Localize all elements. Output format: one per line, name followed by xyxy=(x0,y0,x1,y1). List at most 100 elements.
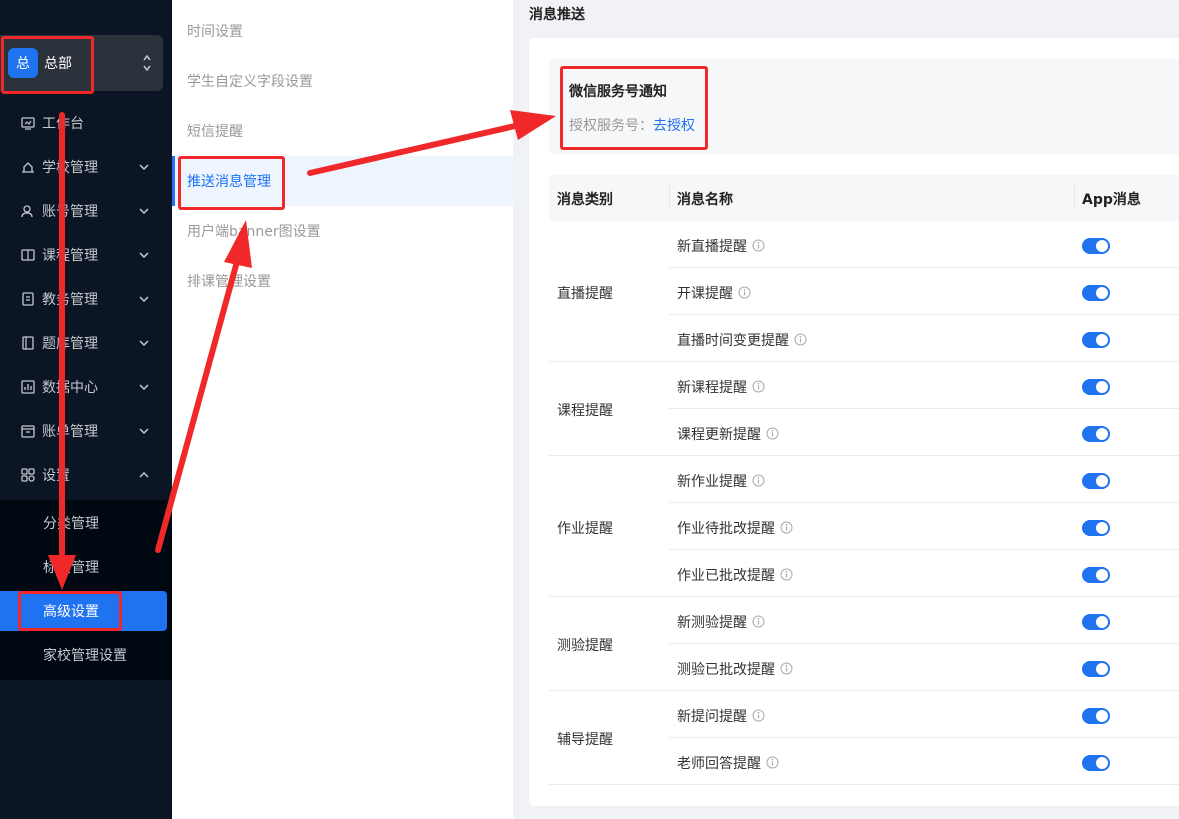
info-icon[interactable] xyxy=(752,615,765,628)
sidebar-item-label: 题库管理 xyxy=(42,336,98,352)
column-header-category: 消息类别 xyxy=(557,192,613,208)
sidebar-subitem-category[interactable]: 分类管理 xyxy=(0,503,172,543)
sidebar-item-course[interactable]: 课程管理 xyxy=(0,233,172,277)
affairs-icon xyxy=(22,292,34,306)
menu-item-time[interactable]: 时间设置 xyxy=(172,6,513,56)
message-name-text: 新课程提醒 xyxy=(677,380,747,396)
app-message-toggle[interactable] xyxy=(1082,473,1110,489)
app-message-toggle[interactable] xyxy=(1082,708,1110,724)
category-label: 辅导提醒 xyxy=(557,732,613,748)
table-row: 课程更新提醒 xyxy=(669,409,1179,456)
message-name: 老师回答提醒 xyxy=(677,753,779,773)
category-label: 测验提醒 xyxy=(557,638,613,654)
message-name-text: 新测验提醒 xyxy=(677,615,747,631)
category-cell: 辅导提醒 xyxy=(549,691,669,785)
menu-item-student-fields[interactable]: 学生自定义字段设置 xyxy=(172,56,513,106)
info-icon[interactable] xyxy=(752,709,765,722)
app-message-toggle[interactable] xyxy=(1082,285,1110,301)
app-message-toggle[interactable] xyxy=(1082,426,1110,442)
sidebar-item-label: 账单管理 xyxy=(42,424,98,440)
chevron-up-icon xyxy=(139,472,149,478)
table-row: 新测验提醒 xyxy=(669,597,1179,644)
table-row: 作业待批改提醒 xyxy=(669,503,1179,550)
message-name: 新作业提醒 xyxy=(677,471,765,491)
table-row: 新直播提醒 xyxy=(669,221,1179,268)
table-row: 新作业提醒 xyxy=(669,456,1179,503)
sidebar-item-school[interactable]: 学校管理 xyxy=(0,145,172,189)
column-header-name: 消息名称 xyxy=(677,192,733,208)
table-row: 新课程提醒 xyxy=(669,362,1179,409)
menu-item-label: 排课管理设置 xyxy=(187,274,271,290)
category-cell: 直播提醒 xyxy=(549,221,669,362)
sidebar-item-label: 数据中心 xyxy=(42,380,98,396)
settings-grid-icon xyxy=(21,468,35,482)
table-row: 作业已批改提醒 xyxy=(669,550,1179,597)
sidebar-item-question-bank[interactable]: 题库管理 xyxy=(0,321,172,365)
app-message-toggle[interactable] xyxy=(1082,755,1110,771)
bill-icon xyxy=(21,425,35,438)
info-icon[interactable] xyxy=(794,333,807,346)
message-name: 新提问提醒 xyxy=(677,706,765,726)
chevron-down-icon xyxy=(139,252,149,258)
annotation-box xyxy=(560,66,708,150)
question-bank-icon xyxy=(22,336,34,350)
table-row: 老师回答提醒 xyxy=(669,738,1179,785)
column-divider xyxy=(669,185,670,211)
sidebar-subitem-home-school[interactable]: 家校管理设置 xyxy=(0,635,172,675)
chevron-down-icon xyxy=(139,428,149,434)
chevron-down-icon xyxy=(139,340,149,346)
sidebar-item-label: 教务管理 xyxy=(42,292,98,308)
sidebar-item-settings[interactable]: 设置 xyxy=(0,453,172,497)
chart-icon xyxy=(21,380,35,394)
info-icon[interactable] xyxy=(766,756,779,769)
category-label: 直播提醒 xyxy=(557,285,613,302)
message-name-text: 作业待批改提醒 xyxy=(677,521,775,537)
menu-item-scheduling[interactable]: 排课管理设置 xyxy=(172,256,513,306)
menu-item-sms[interactable]: 短信提醒 xyxy=(172,106,513,156)
app-message-toggle[interactable] xyxy=(1082,661,1110,677)
app-message-toggle[interactable] xyxy=(1082,332,1110,348)
app-message-toggle[interactable] xyxy=(1082,614,1110,630)
message-name: 直播时间变更提醒 xyxy=(677,330,807,350)
app-message-toggle[interactable] xyxy=(1082,238,1110,254)
info-icon[interactable] xyxy=(752,474,765,487)
column-divider xyxy=(1074,185,1075,211)
app-message-toggle[interactable] xyxy=(1082,567,1110,583)
column-header-app: App消息 xyxy=(1082,192,1141,208)
sidebar-subitem-tag[interactable]: 标签管理 xyxy=(0,547,172,587)
info-icon[interactable] xyxy=(780,521,793,534)
sidebar-item-workbench[interactable]: 工作台 xyxy=(0,101,172,145)
app-message-toggle[interactable] xyxy=(1082,520,1110,536)
info-icon[interactable] xyxy=(766,427,779,440)
sidebar-item-affairs[interactable]: 教务管理 xyxy=(0,277,172,321)
sidebar-subitem-label: 家校管理设置 xyxy=(43,648,127,664)
info-icon[interactable] xyxy=(752,239,765,252)
sidebar-item-account[interactable]: 账号管理 xyxy=(0,189,172,233)
sidebar-item-data-center[interactable]: 数据中心 xyxy=(0,365,172,409)
chevron-down-icon xyxy=(139,296,149,302)
app-message-toggle[interactable] xyxy=(1082,379,1110,395)
info-icon[interactable] xyxy=(780,662,793,675)
menu-item-label: 短信提醒 xyxy=(187,124,243,140)
message-name-text: 新直播提醒 xyxy=(677,239,747,255)
message-name: 作业已批改提醒 xyxy=(677,565,793,585)
info-icon[interactable] xyxy=(738,286,751,299)
sort-arrows-icon xyxy=(143,54,151,72)
message-name-text: 新作业提醒 xyxy=(677,474,747,490)
category-label: 课程提醒 xyxy=(557,403,613,419)
sidebar: 总 总部 工作台 学校管理 账号管理 课程管理 教务管理 题库管理 数据中心 账… xyxy=(0,0,172,819)
sidebar-item-bill[interactable]: 账单管理 xyxy=(0,409,172,453)
table-header: 消息类别 消息名称 App消息 xyxy=(549,175,1179,221)
category-cell: 作业提醒 xyxy=(549,456,669,597)
sidebar-subitem-label: 分类管理 xyxy=(43,516,99,532)
sidebar-item-label: 课程管理 xyxy=(42,248,98,264)
category-cell: 课程提醒 xyxy=(549,362,669,456)
user-icon xyxy=(21,205,33,218)
message-name-text: 老师回答提醒 xyxy=(677,756,761,772)
annotation-box xyxy=(1,36,94,94)
info-icon[interactable] xyxy=(752,380,765,393)
sidebar-item-label: 学校管理 xyxy=(42,160,98,176)
menu-item-banner[interactable]: 用户端banner图设置 xyxy=(172,206,513,256)
info-icon[interactable] xyxy=(780,568,793,581)
message-name: 新测验提醒 xyxy=(677,612,765,632)
